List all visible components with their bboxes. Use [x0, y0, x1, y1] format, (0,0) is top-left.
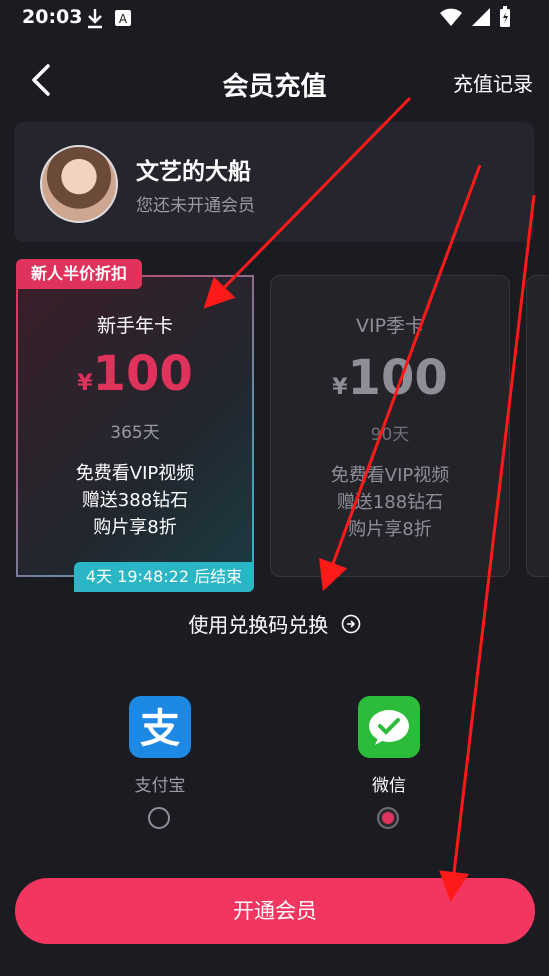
plan-name: VIP季卡: [355, 315, 425, 337]
status-system-icons: [439, 6, 511, 28]
price-value: 100: [92, 346, 193, 402]
wifi-icon: [440, 8, 462, 26]
signal-icon: [472, 8, 490, 26]
activate-membership-button[interactable]: 开通会员: [15, 878, 535, 944]
avatar[interactable]: [40, 145, 118, 223]
username: 文艺的大船: [136, 159, 251, 185]
wechat-radio[interactable]: [377, 807, 399, 829]
price-value: 100: [347, 350, 448, 406]
countdown-badge: 4天 19:48:22 后结束: [74, 562, 254, 592]
benefit-item: 购片享8折: [93, 517, 177, 538]
benefit-item: 赠送388钻石: [81, 490, 189, 511]
redeem-code-link[interactable]: 使用兑换码兑换: [0, 609, 549, 638]
battery-icon: [500, 6, 510, 27]
recharge-records-link[interactable]: 充值记录: [453, 68, 533, 97]
wechat-label: 微信: [372, 776, 406, 796]
discount-badge: 新人半价折扣: [16, 259, 142, 289]
membership-status: 您还未开通会员: [136, 196, 255, 216]
alipay-radio[interactable]: [148, 807, 170, 829]
svg-text:A: A: [119, 12, 128, 26]
svg-text:支: 支: [140, 706, 180, 752]
plan-benefits: 免费看VIP视频 赠送388钻石 购片享8折: [16, 460, 254, 541]
currency-symbol: ¥: [77, 371, 93, 396]
status-time: 20:03: [22, 6, 83, 28]
benefit-item: 免费看VIP视频: [75, 463, 195, 484]
plan-card-partial[interactable]: [526, 275, 549, 577]
plan-price: ¥100: [270, 350, 510, 406]
plan-benefits: 免费看VIP视频 赠送188钻石 购片享8折: [270, 462, 510, 543]
benefit-item: 免费看VIP视频: [330, 465, 450, 486]
alipay-label: 支付宝: [134, 776, 186, 796]
plan-duration: 365天: [110, 423, 160, 443]
benefit-item: 赠送188钻石: [336, 492, 444, 513]
status-notification-icons: A: [86, 6, 146, 30]
alipay-icon[interactable]: 支: [129, 696, 191, 758]
download-icon: [88, 9, 102, 29]
keyboard-icon: A: [115, 10, 131, 26]
currency-symbol: ¥: [332, 375, 348, 400]
wechat-icon[interactable]: [358, 696, 420, 758]
arrow-right-circle-icon: [341, 614, 360, 634]
plan-name: 新手年卡: [96, 315, 173, 337]
plan-price: ¥100: [16, 346, 254, 402]
redeem-label: 使用兑换码兑换: [188, 613, 329, 637]
benefit-item: 购片享8折: [348, 519, 432, 540]
plan-duration: 90天: [370, 425, 410, 445]
